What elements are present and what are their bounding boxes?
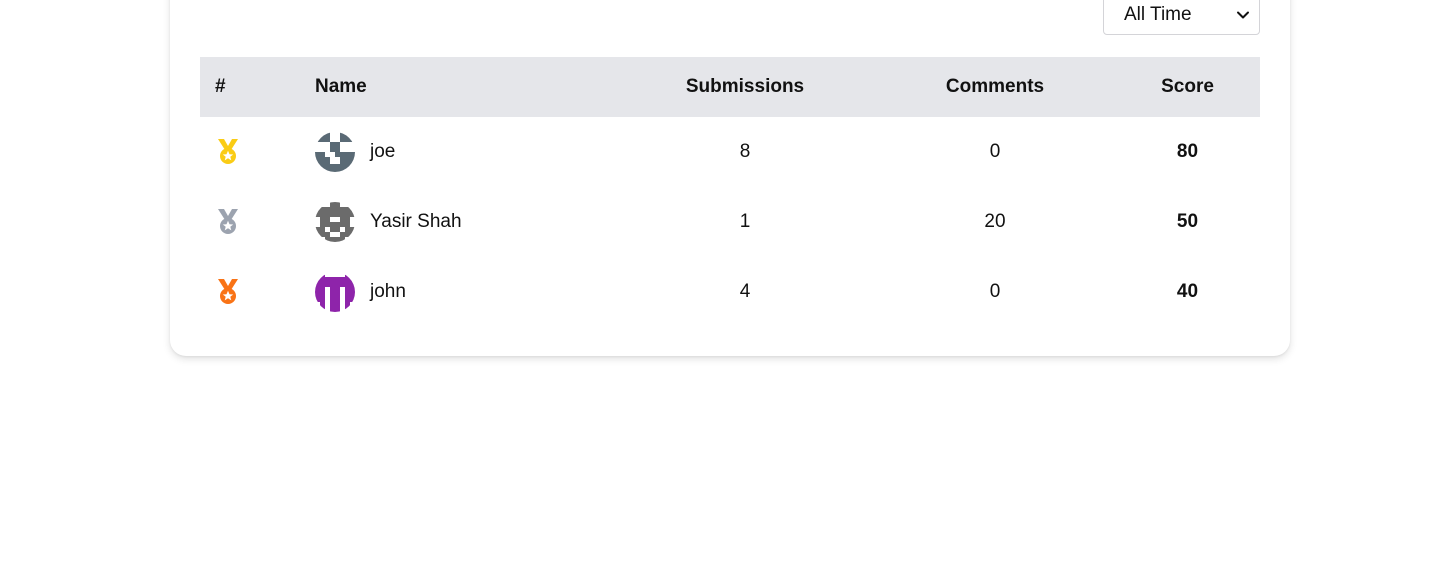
table-row: joe 8 0 80	[200, 117, 1260, 187]
score-cell: 40	[1176, 281, 1199, 302]
user-name[interactable]: john	[370, 281, 406, 303]
table-row: john 4 0 40	[200, 257, 1260, 327]
comments-cell: 0	[989, 141, 1001, 162]
gold-medal-icon	[218, 139, 238, 164]
column-header-comments: Comments	[945, 76, 1045, 97]
avatar[interactable]	[315, 132, 355, 172]
user-cell: Yasir Shah	[315, 202, 615, 242]
comments-cell: 20	[984, 211, 1006, 232]
leaderboard-table: # Name Submissions Comments Score joe 8 …	[200, 57, 1260, 327]
avatar[interactable]	[315, 202, 355, 242]
user-name[interactable]: joe	[370, 141, 395, 163]
rank-cell	[200, 257, 315, 327]
rank-cell	[200, 187, 315, 257]
submissions-cell: 1	[739, 211, 751, 232]
time-range-select-value: All Time	[1124, 4, 1192, 25]
column-header-rank: #	[215, 76, 226, 97]
silver-medal-icon	[218, 209, 238, 234]
time-range-select[interactable]: All Time	[1103, 0, 1260, 35]
avatar[interactable]	[315, 272, 355, 312]
submissions-cell: 4	[739, 281, 751, 302]
comments-cell: 0	[989, 281, 1001, 302]
bronze-medal-icon	[218, 279, 238, 304]
leaderboard-card: All Time # Name Submissions Comments Sco…	[170, 0, 1290, 356]
chevron-down-icon	[1237, 11, 1249, 19]
user-cell: joe	[315, 132, 615, 172]
user-cell: john	[315, 272, 615, 312]
column-header-submissions: Submissions	[685, 76, 805, 97]
rank-cell	[200, 117, 315, 187]
submissions-cell: 8	[739, 141, 751, 162]
table-header-row: # Name Submissions Comments Score	[200, 57, 1260, 117]
column-header-name: Name	[315, 76, 367, 97]
user-name[interactable]: Yasir Shah	[370, 211, 462, 233]
score-cell: 80	[1176, 141, 1199, 162]
score-cell: 50	[1176, 211, 1199, 232]
table-row: Yasir Shah 1 20 50	[200, 187, 1260, 257]
column-header-score: Score	[1161, 76, 1214, 97]
